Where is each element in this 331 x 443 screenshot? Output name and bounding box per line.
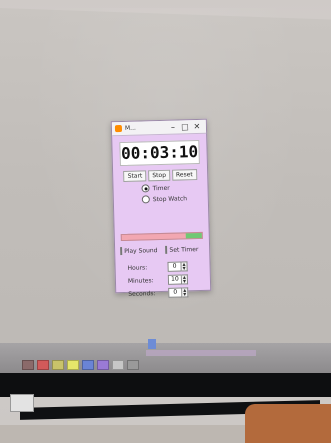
projector-bezel <box>0 373 331 397</box>
close-icon[interactable]: ✕ <box>191 120 203 133</box>
taskbar-pin-icon <box>148 339 156 349</box>
seconds-spinner[interactable]: ▲ ▼ <box>182 287 189 298</box>
hours-field[interactable]: 0 <box>167 261 182 272</box>
timer-radio[interactable] <box>141 184 150 193</box>
stopwatch-radio-label: Stop Watch <box>152 194 188 203</box>
timer-window: M... – □ ✕ 00:03:10 Start Stop Reset Tim… <box>110 118 212 298</box>
progress-bar <box>120 231 203 242</box>
window-titlebar: M... – □ ✕ <box>111 119 207 137</box>
stopwatch-radio[interactable] <box>141 195 150 204</box>
seconds-label: Seconds: <box>128 289 156 298</box>
minutes-label: Minutes: <box>127 276 154 285</box>
taskbar-strip <box>146 350 256 356</box>
taskbar-icon-1[interactable] <box>22 360 34 370</box>
taskbar-icon-3[interactable] <box>52 360 64 370</box>
timer-radio-label: Timer <box>152 184 170 192</box>
set-timer-checkbox[interactable] <box>165 245 168 254</box>
minutes-row: Minutes: 10 ▲ ▼ <box>116 274 210 286</box>
control-buttons: Start Stop Reset <box>113 169 207 182</box>
app-icon <box>114 124 123 133</box>
mode-timer-row[interactable]: Timer <box>141 183 207 193</box>
minutes-field[interactable]: 10 <box>167 274 183 285</box>
play-sound-checkbox[interactable] <box>120 247 123 256</box>
stop-button[interactable]: Stop <box>148 169 171 182</box>
time-display: 00:03:10 <box>119 139 200 167</box>
reset-button[interactable]: Reset <box>171 169 197 181</box>
small-device <box>10 394 34 412</box>
minutes-spinner[interactable]: ▲ ▼ <box>181 274 189 285</box>
start-button[interactable]: Start <box>123 170 147 182</box>
options-row: Play Sound Set Timer <box>115 245 209 256</box>
set-timer-label: Set Timer <box>169 245 199 254</box>
minimize-icon[interactable]: – <box>167 121 179 134</box>
mode-stopwatch-row[interactable]: Stop Watch <box>141 194 208 204</box>
taskbar-icon-5[interactable] <box>82 360 94 370</box>
chair <box>245 404 331 443</box>
maximize-icon[interactable]: □ <box>179 120 191 133</box>
taskbar-icon-7[interactable] <box>112 360 124 370</box>
taskbar-icon-8[interactable] <box>127 360 139 370</box>
taskbar-icon-6[interactable] <box>97 360 109 370</box>
seconds-field[interactable]: 0 <box>168 287 183 298</box>
taskbar-icons <box>22 360 139 370</box>
progress-fill <box>185 232 202 239</box>
taskbar-icon-4[interactable] <box>67 360 79 370</box>
taskbar-icon-2[interactable] <box>37 360 49 370</box>
hours-row: Hours: 0 ▲ ▼ <box>115 261 209 273</box>
window-title: M... <box>124 124 136 132</box>
hours-label: Hours: <box>127 263 148 272</box>
play-sound-label: Play Sound <box>124 246 158 255</box>
hours-spinner[interactable]: ▲ ▼ <box>181 261 188 272</box>
